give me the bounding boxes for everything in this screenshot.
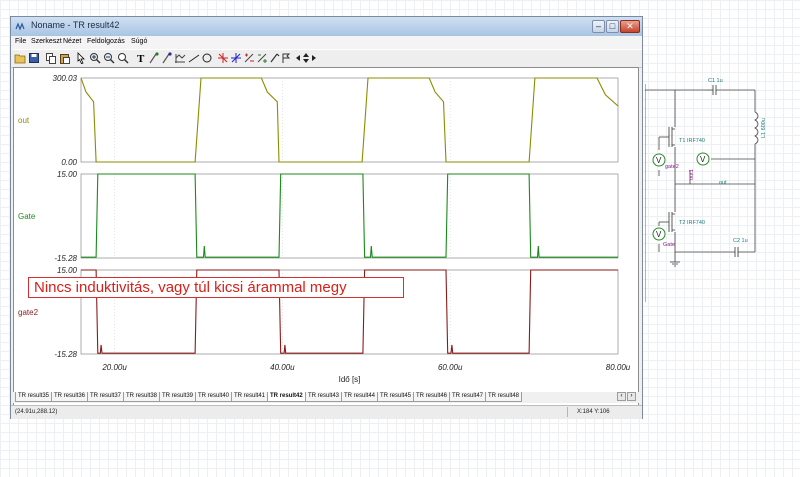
y-tick-label: 0.00 <box>61 158 77 167</box>
result-tab[interactable]: TR result42 <box>267 392 306 402</box>
paste-icon[interactable] <box>59 51 71 65</box>
svg-text:T: T <box>137 53 145 65</box>
status-separator <box>567 407 568 417</box>
status-coordinates: (24.91u,288.12) <box>15 409 58 415</box>
annotation-text-box[interactable]: Nincs induktivitás, vagy túl kicsi áramm… <box>28 277 404 298</box>
panel-frame <box>80 77 619 163</box>
y-tick-label: 15.00 <box>57 170 78 179</box>
marker-b-icon[interactable] <box>230 51 242 65</box>
nav-right-icon[interactable] <box>311 51 317 65</box>
zoom-in-icon[interactable] <box>89 51 101 65</box>
app-window: Noname - TR result42 – □ ✕ File Szerkesz… <box>10 16 643 419</box>
x-tick-label: 80.00u <box>606 363 631 372</box>
status-cursor-position: X:184 Y:106 <box>577 409 610 415</box>
label-t1: T1 IRF740 <box>679 138 705 144</box>
menu-bar: File Szerkeszt Nézet Feldolgozás Súgó <box>11 36 642 49</box>
svg-text:V: V <box>656 230 662 239</box>
result-tab[interactable]: TR result48 <box>485 392 523 402</box>
pointer-icon[interactable] <box>75 51 87 65</box>
label-t2: T2 IRF740 <box>679 220 705 226</box>
y-tick-label: -15.28 <box>54 254 77 263</box>
panel-frame <box>80 173 619 259</box>
tab-scroll-right-icon[interactable]: › <box>627 392 636 401</box>
zoom-out-icon[interactable] <box>103 51 115 65</box>
label-c2: C2 1u <box>733 238 748 244</box>
result-tab[interactable]: TR result40 <box>195 392 233 402</box>
result-tab[interactable]: TR result39 <box>159 392 197 402</box>
result-tab[interactable]: TR result38 <box>123 392 161 402</box>
copy-icon[interactable] <box>45 51 57 65</box>
save-icon[interactable] <box>28 51 40 65</box>
zoom-fit-icon[interactable] <box>117 51 129 65</box>
plot-area[interactable]: 300.03 0.00 out 15.00 -15.28 Gate 15.00 -15.28 g… <box>13 67 639 409</box>
result-tab[interactable]: TR result37 <box>87 392 125 402</box>
label-gate: Gate <box>663 242 675 248</box>
y-tick-label: -15.28 <box>54 350 77 359</box>
y-tick-label: 300.03 <box>53 74 78 83</box>
x-axis-label: Idő [s] <box>339 375 361 384</box>
cursor-b-icon[interactable] <box>161 51 173 65</box>
result-tab[interactable]: TR result43 <box>305 392 343 402</box>
result-tab[interactable]: TR result46 <box>413 392 451 402</box>
menu-edit[interactable]: Szerkeszt <box>31 38 62 45</box>
result-tab[interactable]: TR result44 <box>341 392 379 402</box>
circle-icon[interactable] <box>201 51 213 65</box>
marker-a-icon[interactable] <box>217 51 229 65</box>
line-icon[interactable] <box>188 51 200 65</box>
result-tab[interactable]: TR result45 <box>377 392 415 402</box>
result-tab[interactable]: TR result41 <box>231 392 269 402</box>
result-tab[interactable]: TR result47 <box>449 392 487 402</box>
flag-icon[interactable] <box>281 51 291 65</box>
menu-help[interactable]: Súgó <box>131 38 147 45</box>
nav-updown-icon[interactable] <box>302 51 310 65</box>
menu-process[interactable]: Feldolgozás <box>87 38 125 45</box>
svg-text:V: V <box>656 156 662 165</box>
series-name-label: Gate <box>18 212 36 221</box>
waveform-chart[interactable]: 300.03 0.00 out 15.00 -15.28 Gate 15.00 -15.28 g… <box>14 68 638 388</box>
open-folder-icon[interactable] <box>14 51 26 65</box>
tab-scroll-left-icon[interactable]: ‹ <box>617 392 626 401</box>
maximize-button[interactable]: □ <box>606 20 619 33</box>
x-tick-label: 40.00u <box>270 363 295 372</box>
app-icon <box>15 22 25 31</box>
label-c1: C1 1u <box>708 78 723 84</box>
toolbar: T <box>11 49 642 68</box>
status-bar: (24.91u,288.12) X:184 Y:106 <box>11 405 642 419</box>
label-l1: L1 600u <box>761 118 767 138</box>
window-title: Noname - TR result42 <box>31 20 120 30</box>
marker-c-icon[interactable] <box>243 51 255 65</box>
minimize-button[interactable]: – <box>592 20 605 33</box>
nav-left-icon[interactable] <box>295 51 301 65</box>
menu-file[interactable]: File <box>15 38 26 45</box>
label-gate2: gate2 <box>665 164 679 170</box>
voltmeter-gate2: V <box>652 153 666 167</box>
text-icon[interactable]: T <box>135 51 147 65</box>
title-bar[interactable]: Noname - TR result42 – □ ✕ <box>11 17 642 36</box>
y-tick-label: 15.00 <box>57 266 78 275</box>
voltmeter-gate: V <box>652 227 666 241</box>
result-tab[interactable]: TR result35 <box>15 392 53 402</box>
label-out-probe: out1 <box>689 169 695 180</box>
axis-icon[interactable] <box>174 51 186 65</box>
series-out-line <box>80 77 619 163</box>
voltmeter-out: V <box>696 152 710 166</box>
series-name-label: out <box>18 116 30 125</box>
x-tick-label: 20.00u <box>101 363 127 372</box>
x-tick-label: 60.00u <box>438 363 463 372</box>
label-out-node: out <box>719 180 727 186</box>
series-name-label: gate2 <box>18 308 39 317</box>
svg-text:V: V <box>700 155 706 164</box>
circuit-schematic: V V V C1 1u T1 IRF740 T2 IRF740 C2 1u ou… <box>645 78 767 302</box>
marker-e-icon[interactable] <box>269 51 281 65</box>
cursor-a-icon[interactable] <box>148 51 160 65</box>
marker-d-icon[interactable] <box>256 51 268 65</box>
result-tabs: TR result35 TR result36 TR result37 TR resu… <box>13 392 639 403</box>
series-gate-line <box>81 173 618 258</box>
result-tab[interactable]: TR result36 <box>51 392 89 402</box>
close-button[interactable]: ✕ <box>620 20 640 33</box>
menu-view[interactable]: Nézet <box>63 38 81 45</box>
